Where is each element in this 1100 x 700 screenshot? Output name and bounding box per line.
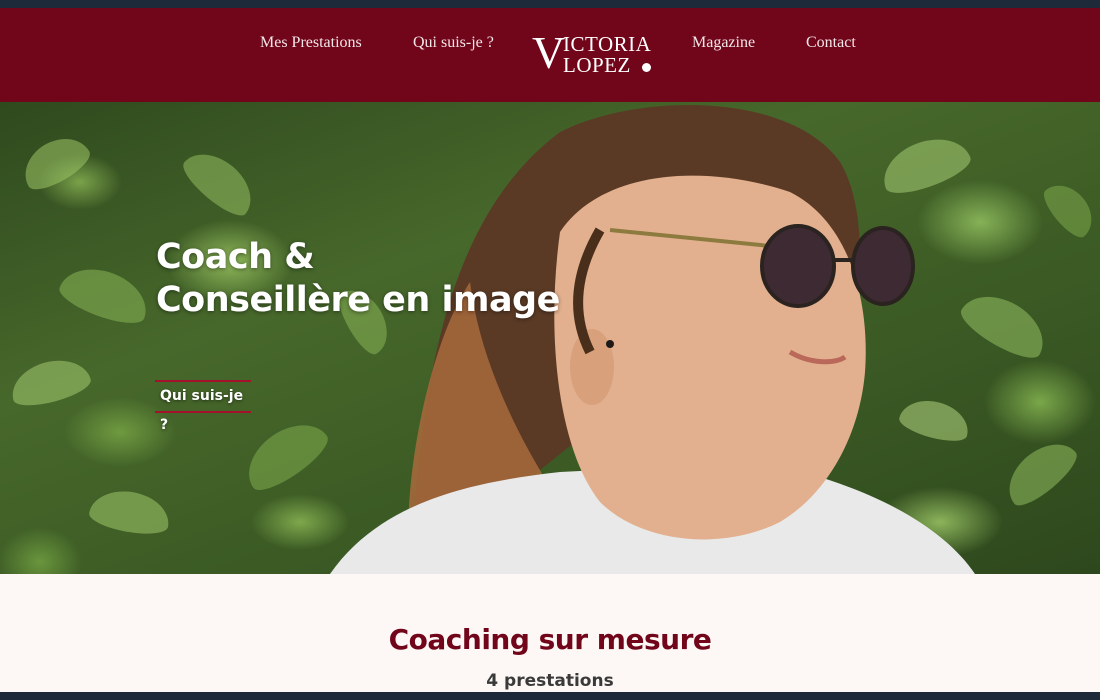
top-frame-strip xyxy=(0,0,1100,8)
nav-item-qui-suis-je[interactable]: Qui suis-je ? xyxy=(413,34,494,56)
logo-dot xyxy=(642,63,651,72)
hero-headline-line-1: Coach & xyxy=(156,237,315,277)
site-logo[interactable]: V ICTORIA LOPEZ xyxy=(532,30,658,84)
hero-cta-button[interactable]: Qui suis-je ? xyxy=(155,380,251,433)
section-title: Coaching sur mesure xyxy=(388,623,712,656)
logo-initial: V xyxy=(532,27,566,78)
bottom-frame-strip xyxy=(0,692,1100,700)
nav-item-contact[interactable]: Contact xyxy=(806,34,856,56)
section-subtitle: 4 prestations xyxy=(486,671,614,691)
hero-headline-line-2: Conseillère en image xyxy=(156,280,560,320)
hero-banner: Coach & Conseillère en image Qui suis-je… xyxy=(0,102,1100,574)
nav-item-prestations[interactable]: Mes Prestations xyxy=(260,34,362,56)
coaching-section: Coaching sur mesure 4 prestations xyxy=(0,574,1100,692)
site-header: Mes Prestations Qui suis-je ? V ICTORIA … xyxy=(0,8,1100,102)
logo-line-1: ICTORIA xyxy=(563,32,652,56)
logo-line-2: LOPEZ xyxy=(563,53,631,77)
hero-headline: Coach & Conseillère en image xyxy=(156,236,576,322)
hero-portrait xyxy=(330,104,975,574)
nav-item-magazine[interactable]: Magazine xyxy=(692,34,755,56)
